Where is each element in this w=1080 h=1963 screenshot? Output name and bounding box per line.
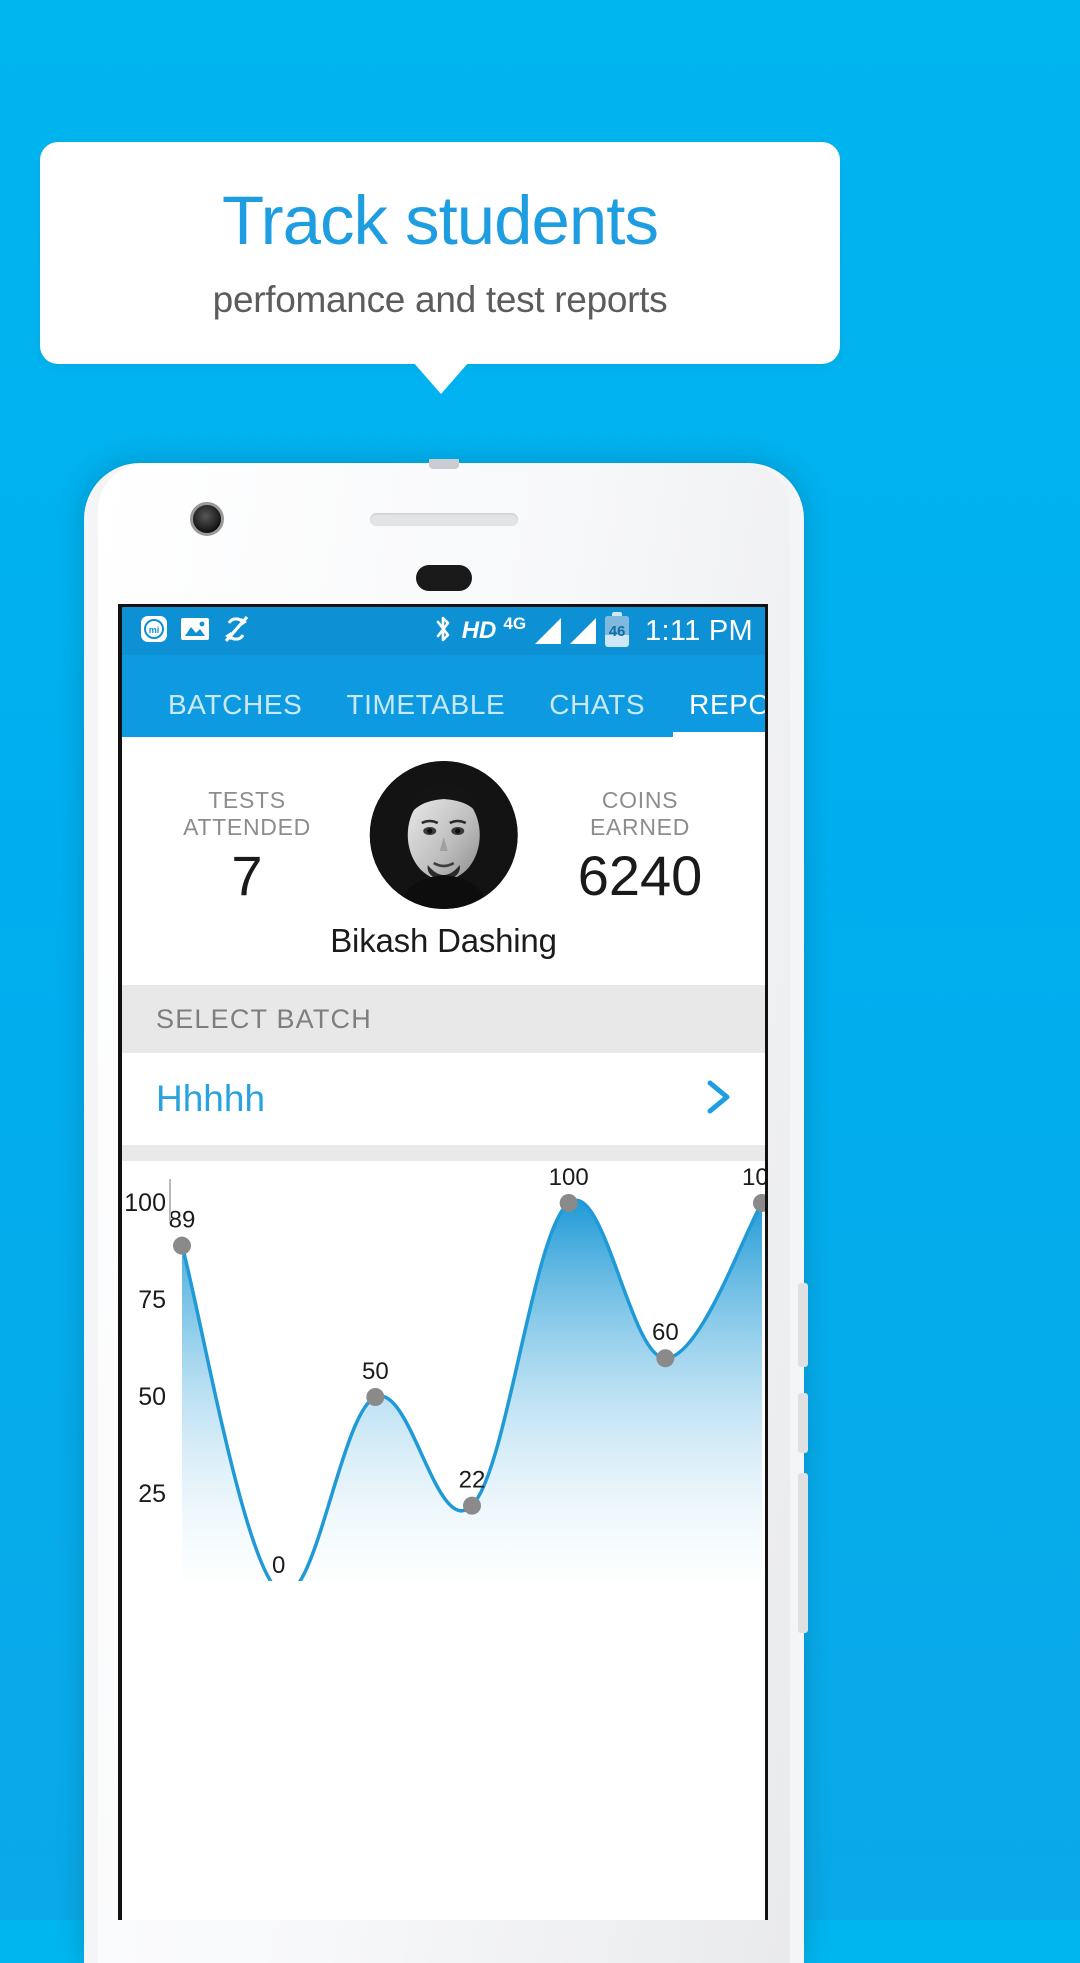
tests-attended-label: TESTS ATTENDED [183, 787, 311, 840]
performance-chart-svg[interactable]: 100 75 50 25 89 0 50 22 100 60 100 [122, 1161, 768, 1581]
batch-selector-row[interactable]: Hhhhh [122, 1053, 765, 1145]
chart-y-tick-label: 50 [138, 1383, 166, 1411]
chart-point-label: 0 [272, 1552, 285, 1579]
front-camera-icon [190, 502, 224, 536]
chart-point-label: 100 [742, 1164, 768, 1191]
coins-earned-label: COINS EARNED [589, 787, 691, 840]
avatar[interactable] [369, 761, 518, 909]
clock-label: 1:11 PM [645, 614, 753, 647]
status-bar-right-icons: HD 4G 46 1:11 PM [433, 614, 753, 649]
mi-icon: mi [140, 615, 168, 648]
chart-data-point[interactable] [463, 1496, 481, 1515]
profile-summary: TESTS ATTENDED 7 Bikash Dashing COINS EA… [122, 737, 765, 985]
sync-disabled-icon [222, 614, 250, 649]
battery-level-label: 46 [608, 622, 626, 640]
chart-point-label: 60 [652, 1319, 679, 1346]
coins-earned-value: 6240 [577, 844, 703, 907]
phone-side-button [798, 1283, 808, 1367]
chart-y-axis: 100 75 50 25 [124, 1189, 166, 1508]
section-divider [122, 1145, 765, 1161]
chart-data-point[interactable] [173, 1236, 191, 1255]
svg-text:mi: mi [149, 625, 160, 635]
tests-attended-stat: TESTS ATTENDED 7 [156, 787, 338, 906]
photo-icon [181, 617, 209, 646]
promo-callout-tail [413, 362, 469, 394]
chart-point-label: 50 [362, 1358, 389, 1385]
chart-point-label: 100 [549, 1164, 589, 1191]
select-batch-header: SELECT BATCH [122, 985, 765, 1053]
profile-identity: Bikash Dashing [330, 761, 557, 960]
chevron-right-icon[interactable] [701, 1077, 735, 1122]
bluetooth-icon [433, 614, 453, 649]
tab-batches[interactable]: BATCHES [146, 689, 324, 737]
performance-chart[interactable]: 100 75 50 25 89 0 50 22 100 60 100 [122, 1161, 765, 1920]
earpiece-speaker [370, 513, 518, 526]
network-type-label: 4G [503, 614, 527, 633]
phone-top-notch [429, 459, 459, 469]
promo-subtitle: perfomance and test reports [212, 279, 668, 321]
chart-data-point[interactable] [559, 1194, 578, 1212]
promo-title: Track students [222, 181, 659, 259]
tab-timetable[interactable]: TIMETABLE [324, 689, 527, 737]
chart-y-tick-label: 75 [138, 1286, 166, 1314]
signal-bars-icon [535, 618, 562, 644]
tests-attended-value: 7 [231, 844, 263, 907]
selected-batch-label: Hhhhh [156, 1078, 266, 1119]
home-button[interactable] [416, 565, 472, 591]
chart-y-tick-label: 100 [124, 1189, 166, 1217]
status-bar: mi HD 4G 46 1:11 PM [122, 607, 765, 655]
hd-call-label: HD [461, 617, 497, 644]
chart-data-point[interactable] [753, 1194, 768, 1212]
promo-callout: Track students perfomance and test repor… [40, 142, 840, 364]
chart-point-label: 22 [459, 1467, 486, 1494]
signal-bars-icon [570, 618, 597, 644]
coins-earned-stat: COINS EARNED 6240 [549, 787, 731, 906]
tab-reports[interactable]: REPORTS [667, 689, 765, 737]
chart-point-label: 89 [169, 1207, 196, 1234]
chart-y-tick-label: 25 [138, 1480, 166, 1508]
profile-name: Bikash Dashing [330, 922, 557, 959]
status-bar-left-icons: mi [140, 614, 250, 649]
battery-icon: 46 [605, 615, 630, 647]
phone-side-button [798, 1393, 808, 1453]
phone-side-button [798, 1473, 808, 1633]
tab-chats[interactable]: CHATS [527, 689, 667, 737]
chart-area-fill [182, 1200, 762, 1581]
chart-data-point[interactable] [366, 1388, 385, 1406]
tab-bar: BATCHES TIMETABLE CHATS REPORTS [122, 655, 765, 737]
phone-screen: mi HD 4G 46 1:11 PM BATCHES TIMETABLE CH… [118, 604, 768, 1920]
chart-data-point[interactable] [656, 1349, 675, 1368]
